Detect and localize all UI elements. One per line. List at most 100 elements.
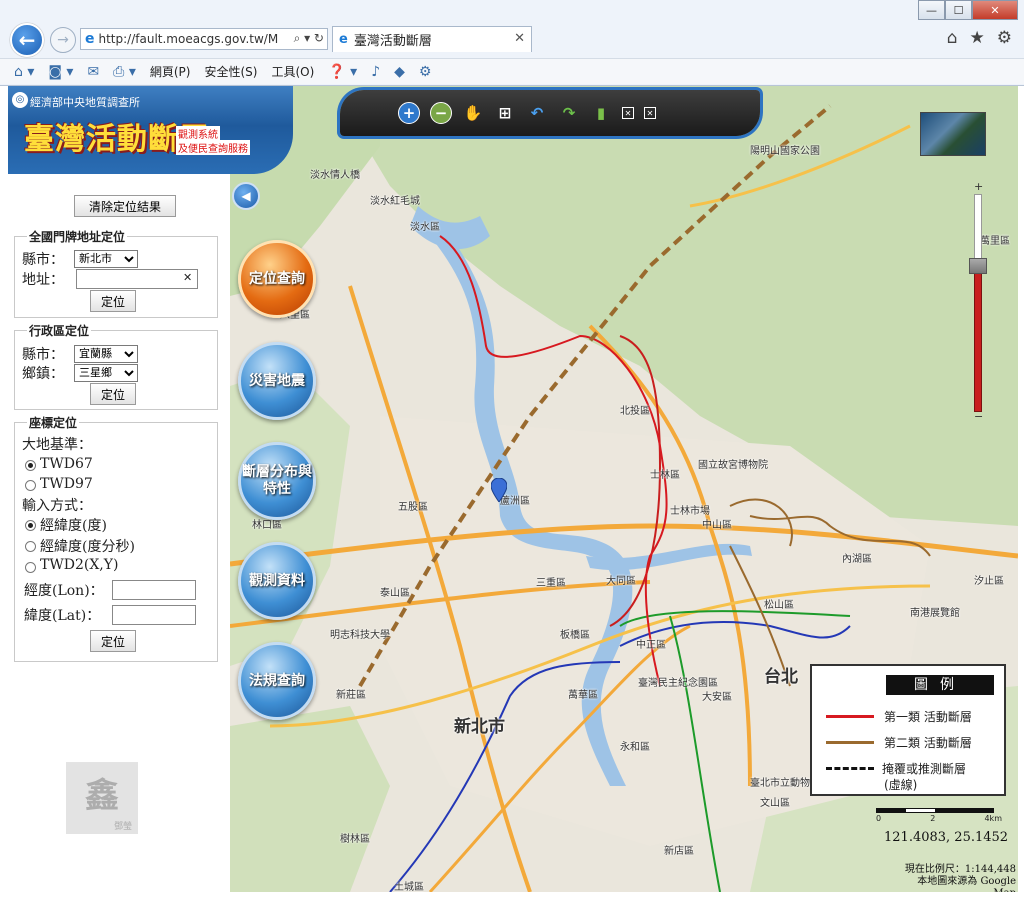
observation-data-button[interactable]: 觀測資料 bbox=[238, 542, 316, 620]
address-tools-icon[interactable]: ⌕ ▾ ↻ bbox=[294, 31, 324, 46]
favorites-star-icon[interactable]: ★ bbox=[970, 28, 985, 48]
left-panel: ◎ 經濟部中央地質調查所 臺灣活動斷層 觀測系統 及便民查詢服務 清除定位結果 … bbox=[8, 86, 293, 892]
address-input[interactable] bbox=[76, 269, 198, 289]
undo-arrow-icon[interactable]: ↶ bbox=[526, 102, 548, 124]
map-label: 新莊區 bbox=[336, 690, 366, 701]
legend-label: 第二類 活動斷層 bbox=[884, 736, 972, 750]
map-toolbar: + − ✋ ⊞ ↶ ↷ ▮ ✕ ✕ bbox=[340, 90, 760, 136]
arrow-left-icon: ← bbox=[18, 28, 36, 52]
scale-tick: 0 bbox=[876, 814, 882, 823]
coord-locate-button[interactable]: 定位 bbox=[90, 630, 136, 652]
browser-right-icons: ⌂ ★ ⚙ bbox=[947, 28, 1012, 48]
town-label: 鄉鎮： bbox=[22, 366, 64, 382]
map-label: 松山區 bbox=[764, 600, 794, 611]
map-legend: 圖例 第一類 活動斷層 第二類 活動斷層 掩覆或推測斷層 (虛線) bbox=[810, 664, 1006, 796]
county-select[interactable]: 新北市 bbox=[74, 250, 138, 268]
scale-bar: 0 2 4km bbox=[876, 804, 1002, 823]
close-window-button[interactable]: ✕ bbox=[972, 0, 1018, 20]
radio-twd2[interactable] bbox=[25, 562, 36, 573]
scale-tick: 4km bbox=[984, 814, 1002, 823]
map-label: 淡水紅毛城 bbox=[370, 196, 420, 207]
pan-hand-icon[interactable]: ✋ bbox=[462, 102, 484, 124]
map-label: 士林市場 bbox=[670, 506, 710, 517]
collapse-panel-icon[interactable]: ◀ bbox=[232, 182, 260, 210]
scale-bar-graphic bbox=[876, 808, 994, 813]
map-label: 內湖區 bbox=[842, 554, 872, 565]
menu-page[interactable]: 網頁(P) bbox=[150, 63, 191, 80]
map-label: 國立故宮博物院 bbox=[698, 460, 768, 471]
map-label: 淡水情人橋 bbox=[310, 170, 360, 181]
minimize-button[interactable]: — bbox=[918, 0, 945, 20]
legend-item-inferred: 掩覆或推測斷層 bbox=[826, 760, 966, 777]
legend-item-class1: 第一類 活動斷層 bbox=[826, 708, 972, 725]
settings-gear-icon[interactable]: ⚙ bbox=[997, 28, 1012, 48]
help-icon[interactable]: ❓ ▾ bbox=[328, 64, 357, 80]
zoom-thumb[interactable] bbox=[969, 258, 987, 274]
mail-icon[interactable]: ✉ bbox=[87, 64, 99, 80]
zoom-slider[interactable]: + − bbox=[969, 180, 987, 423]
zoom-box-icon[interactable]: ⊞ bbox=[494, 102, 516, 124]
input-method-label: 輸入方式： bbox=[22, 498, 92, 514]
home-icon[interactable]: ⌂ ▾ bbox=[14, 64, 34, 80]
clear-input-icon[interactable]: ✕ bbox=[183, 271, 192, 284]
site-banner: ◎ 經濟部中央地質調查所 臺灣活動斷層 觀測系統 及便民查詢服務 bbox=[8, 86, 293, 174]
arrow-right-icon: → bbox=[57, 32, 69, 48]
radio-dms[interactable] bbox=[25, 541, 36, 552]
address-bar[interactable]: e http://fault.moeacgs.gov.tw/M ⌕ ▾ ↻ bbox=[80, 28, 328, 50]
clear-results-button[interactable]: 清除定位結果 bbox=[74, 195, 176, 217]
admin-county-label: 縣市： bbox=[22, 347, 64, 363]
fault-distribution-button[interactable]: 斷層分布與特性 bbox=[238, 442, 316, 520]
town-select[interactable]: 三星鄉 bbox=[74, 364, 138, 382]
radio-degree[interactable] bbox=[25, 520, 36, 531]
browser-tab[interactable]: e 臺灣活動斷層 ✕ bbox=[332, 26, 532, 52]
disaster-quake-button[interactable]: 災害地震 bbox=[238, 342, 316, 420]
redo-arrow-icon[interactable]: ↷ bbox=[558, 102, 580, 124]
admin-county-select[interactable]: 宜蘭縣 bbox=[74, 345, 138, 363]
site-subtitle-1: 觀測系統 bbox=[176, 126, 220, 141]
map-canvas[interactable]: 淡水情人橋 淡水紅毛城 淡水區 八里區 北投區 士林區 國立故宮博物院 士林市場… bbox=[230, 86, 1018, 892]
home-icon[interactable]: ⌂ bbox=[947, 28, 958, 48]
zoom-minus-icon[interactable]: − bbox=[974, 410, 983, 423]
radio-twd67[interactable] bbox=[25, 460, 36, 471]
maximize-button[interactable]: ☐ bbox=[945, 0, 972, 20]
rss-icon[interactable]: ◙ ▾ bbox=[48, 64, 73, 80]
tool-close2-icon[interactable]: ✕ bbox=[644, 107, 656, 119]
legend-swatch-red bbox=[826, 715, 874, 718]
forward-button[interactable]: → bbox=[50, 27, 76, 53]
radio-twd97[interactable] bbox=[25, 480, 36, 491]
scale-info: 現在比例尺：1:144,448 本地圖來源為 Google Map bbox=[892, 864, 1016, 892]
bookmark-icon[interactable]: ▮ bbox=[590, 102, 612, 124]
close-tab-icon[interactable]: ✕ bbox=[514, 31, 525, 46]
datum-label: 大地基準： bbox=[22, 437, 92, 453]
cursor-coordinates: 121.4083, 25.1452 bbox=[884, 830, 1009, 845]
lon-input[interactable] bbox=[112, 580, 196, 600]
locate-query-button[interactable]: 定位查詢 bbox=[238, 240, 316, 318]
address-locate-button[interactable]: 定位 bbox=[90, 290, 136, 312]
menu-tools[interactable]: 工具(O) bbox=[271, 63, 314, 80]
map-label: 永和區 bbox=[620, 742, 650, 753]
zoom-in-icon[interactable]: + bbox=[398, 102, 420, 124]
map-label: 中正區 bbox=[636, 640, 666, 651]
menu-safety[interactable]: 安全性(S) bbox=[204, 63, 257, 80]
lat-input[interactable] bbox=[112, 605, 196, 625]
zoom-out-icon[interactable]: − bbox=[430, 102, 452, 124]
addon2-icon[interactable]: ◆ bbox=[394, 64, 405, 80]
zoom-plus-icon[interactable]: + bbox=[974, 180, 983, 193]
lat-label: 緯度(Lat)： bbox=[24, 608, 101, 624]
address-url: http://fault.moeacgs.gov.tw/M bbox=[98, 32, 279, 46]
section-title: 全國門牌地址定位 bbox=[29, 230, 126, 244]
admin-locate-button[interactable]: 定位 bbox=[90, 383, 136, 405]
seal-sub-text: 鄧瑩 bbox=[113, 822, 132, 832]
section-title: 座標定位 bbox=[29, 416, 78, 430]
tool-close-icon[interactable]: ✕ bbox=[622, 107, 634, 119]
map-label: 陽明山國家公園 bbox=[750, 146, 820, 157]
regulation-query-button[interactable]: 法規查詢 bbox=[238, 642, 316, 720]
ie-icon: e bbox=[85, 31, 95, 47]
print-icon[interactable]: ⎙ ▾ bbox=[113, 64, 136, 80]
legend-title: 圖例 bbox=[886, 675, 994, 695]
back-button[interactable]: ← bbox=[10, 23, 44, 57]
overview-map-thumbnail[interactable] bbox=[920, 112, 986, 156]
gear-icon[interactable]: ⚙ bbox=[419, 64, 432, 80]
addon-icon[interactable]: ♪ bbox=[371, 64, 380, 80]
location-pin-icon[interactable] bbox=[491, 478, 507, 502]
